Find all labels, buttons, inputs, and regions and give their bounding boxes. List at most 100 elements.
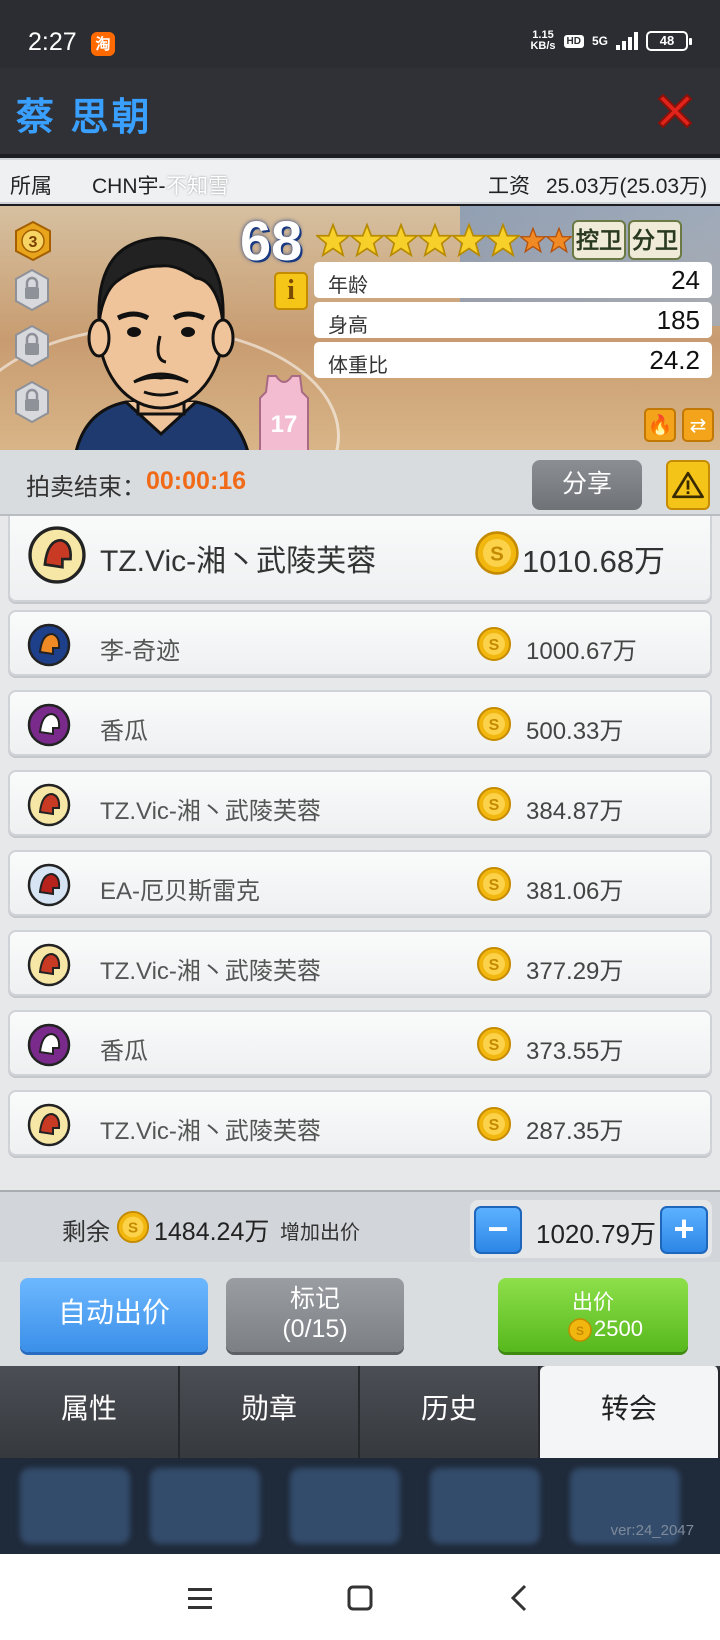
tab-attributes[interactable]: 属性 — [0, 1366, 180, 1458]
star-full-icon — [316, 222, 350, 258]
bid-row[interactable]: TZ.Vic-湘丶武陵芙蓉 S 287.35万 — [8, 1090, 712, 1156]
bid-amount: 1000.67万 — [526, 638, 637, 665]
blurred-menu-item — [150, 1468, 260, 1544]
star-full-icon — [452, 222, 486, 258]
svg-text:S: S — [489, 797, 500, 814]
attr-value: 185 — [656, 305, 700, 335]
bid-label: 出价 — [572, 1291, 614, 1314]
signal-icon — [616, 32, 638, 50]
coin-icon: S — [477, 787, 511, 821]
svg-text:S: S — [489, 1037, 500, 1054]
taobao-notification-icon: 淘 — [91, 32, 115, 56]
share-button[interactable]: 分享 — [532, 460, 642, 510]
remaining-label: 剩余 — [62, 1219, 110, 1246]
auto-bid-button[interactable]: 自动出价 — [20, 1278, 208, 1352]
locked-slot-icon[interactable] — [14, 268, 50, 312]
bid-amount: 500.33万 — [526, 718, 624, 745]
version-label: ver:24_2047 — [610, 1522, 694, 1539]
coin-icon: S — [568, 1318, 592, 1342]
salary-label: 工资 — [488, 175, 530, 198]
attr-weight-ratio: 体重比 24.2 — [314, 342, 712, 378]
bid-row[interactable]: TZ.Vic-湘丶武陵芙蓉 S 384.87万 — [8, 770, 712, 836]
bid-cost: 2500 — [594, 1316, 643, 1341]
tab-transfer[interactable]: 转会 — [540, 1366, 720, 1458]
info-icon[interactable]: i — [274, 272, 308, 310]
team-salary-row: 所属 CHN宇- 不知雪 工资 25.03万(25.03万) — [0, 158, 720, 204]
blurred-menu-item — [20, 1468, 130, 1544]
plus-button[interactable]: + — [660, 1206, 708, 1254]
menu-icon[interactable] — [178, 1576, 222, 1620]
salary-value: 25.03万(25.03万) — [546, 175, 708, 198]
bid-row[interactable]: TZ.Vic-湘丶武陵芙蓉 S 1010.68万 — [8, 516, 712, 602]
clock: 2:27 — [28, 28, 77, 56]
tab-medals[interactable]: 勋章 — [180, 1366, 360, 1458]
bid-row[interactable]: EA-厄贝斯雷克 S 381.06万 — [8, 850, 712, 916]
place-bid-button[interactable]: 出价 S 2500 — [498, 1278, 688, 1352]
locked-slot-icon[interactable] — [14, 380, 50, 424]
fire-icon[interactable]: 🔥 — [644, 408, 676, 442]
bid-amount: 377.29万 — [526, 958, 624, 985]
bid-amount: 1010.68万 — [522, 544, 666, 579]
bid-row[interactable]: 香瓜 S 373.55万 — [8, 1010, 712, 1076]
app-root: 2:27 淘 1.15 KB/s HD 5G 48 蔡 思朝 所属 CHN宇- … — [0, 0, 720, 1640]
bid-amount: 373.55万 — [526, 1038, 624, 1065]
svg-text:S: S — [489, 1117, 500, 1134]
close-icon[interactable] — [652, 88, 698, 134]
attr-height: 身高 185 — [314, 302, 712, 338]
svg-text:S: S — [489, 957, 500, 974]
level-badge-number: 3 — [29, 234, 38, 251]
swap-icon[interactable]: ⇄ — [682, 408, 714, 442]
bid-row[interactable]: TZ.Vic-湘丶武陵芙蓉 S 377.29万 — [8, 930, 712, 996]
battery-icon: 48 — [646, 31, 692, 51]
bid-row[interactable]: 香瓜 S 500.33万 — [8, 690, 712, 756]
speed-unit: KB/s — [530, 40, 556, 52]
game-menu-background: ver:24_2047 — [0, 1458, 720, 1554]
back-icon[interactable] — [498, 1576, 542, 1620]
bid-amount: 384.87万 — [526, 798, 624, 825]
star-full-icon — [350, 222, 384, 258]
jersey-number: 17 — [271, 411, 298, 438]
bidder-team-name: 李-奇迹 — [100, 638, 180, 665]
bidder-team-name: TZ.Vic-湘丶武陵芙蓉 — [100, 798, 321, 825]
blurred-menu-item — [430, 1468, 540, 1544]
bidder-team-name: 香瓜 — [100, 718, 148, 745]
attr-value: 24.2 — [649, 345, 700, 375]
coin-icon: S — [116, 1210, 150, 1244]
coin-icon: S — [477, 627, 511, 661]
attr-label: 年龄 — [328, 275, 368, 297]
tab-history[interactable]: 历史 — [360, 1366, 540, 1458]
raise-bid-label: 增加出价 — [280, 1222, 360, 1244]
team-label: 所属 — [10, 175, 52, 198]
position-tag: 分卫 — [628, 220, 682, 260]
status-icons: 1.15 KB/s HD 5G 48 — [530, 30, 692, 52]
attr-label: 体重比 — [328, 355, 388, 377]
team-logo-icon — [27, 783, 71, 827]
warning-icon[interactable] — [666, 460, 710, 510]
star-orange-icon — [520, 226, 546, 254]
team-logo-icon — [27, 1023, 71, 1067]
star-orange-icon — [546, 226, 572, 254]
player-card: 3 17 68 控卫 分卫 i 年龄 24 身高 185 体重比 24.2 🔥 … — [0, 206, 720, 450]
coin-icon: S — [477, 707, 511, 741]
position-tag: 控卫 — [572, 220, 626, 260]
overall-rating: 68 — [240, 209, 303, 272]
bid-amount: 381.06万 — [526, 878, 624, 905]
svg-text:S: S — [489, 877, 500, 894]
home-icon[interactable] — [338, 1576, 382, 1620]
locked-slot-icon[interactable] — [14, 324, 50, 368]
bidder-team-name: TZ.Vic-湘丶武陵芙蓉 — [100, 545, 377, 578]
coin-icon: S — [477, 1027, 511, 1061]
player-portrait — [75, 236, 249, 450]
team-logo-icon — [28, 526, 86, 584]
mark-button[interactable]: 标记 (0/15) — [226, 1278, 404, 1352]
jersey-icon: 17 — [259, 375, 309, 450]
minus-button[interactable]: − — [474, 1206, 522, 1254]
svg-text:S: S — [576, 1324, 584, 1338]
status-bar: 2:27 淘 1.15 KB/s HD 5G 48 — [0, 0, 720, 68]
bid-row[interactable]: 李-奇迹 S 1000.67万 — [8, 610, 712, 676]
coin-icon: S — [477, 867, 511, 901]
bid-stepper: − 1020.79万 + — [470, 1200, 712, 1258]
auction-timer: 00:00:16 — [146, 467, 247, 495]
network-speed: 1.15 KB/s — [530, 30, 555, 52]
team-logo-icon — [27, 623, 71, 667]
